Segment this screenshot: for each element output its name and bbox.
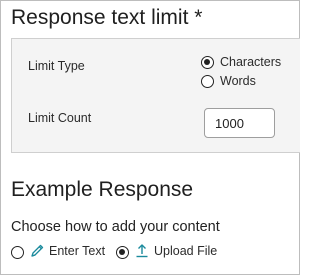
enter-text-option-label[interactable]: Enter Text: [49, 244, 105, 258]
example-response-title: Example Response: [11, 178, 194, 201]
characters-option-label[interactable]: Characters: [220, 55, 281, 69]
upload-icon: [136, 244, 148, 258]
choose-content-prompt: Choose how to add your content: [11, 219, 220, 235]
upload-file-radio[interactable]: [116, 246, 129, 259]
pencil-icon: [31, 244, 44, 257]
limit-type-label: Limit Type: [28, 59, 85, 73]
response-text-limit-title: Response text limit *: [11, 6, 203, 29]
limit-count-label: Limit Count: [28, 111, 92, 125]
words-option-label[interactable]: Words: [220, 74, 256, 88]
words-radio[interactable]: [201, 75, 214, 88]
characters-radio[interactable]: [201, 56, 214, 69]
enter-text-radio[interactable]: [11, 246, 24, 259]
limit-count-input[interactable]: [204, 108, 275, 138]
upload-file-option-label[interactable]: Upload File: [154, 244, 217, 258]
